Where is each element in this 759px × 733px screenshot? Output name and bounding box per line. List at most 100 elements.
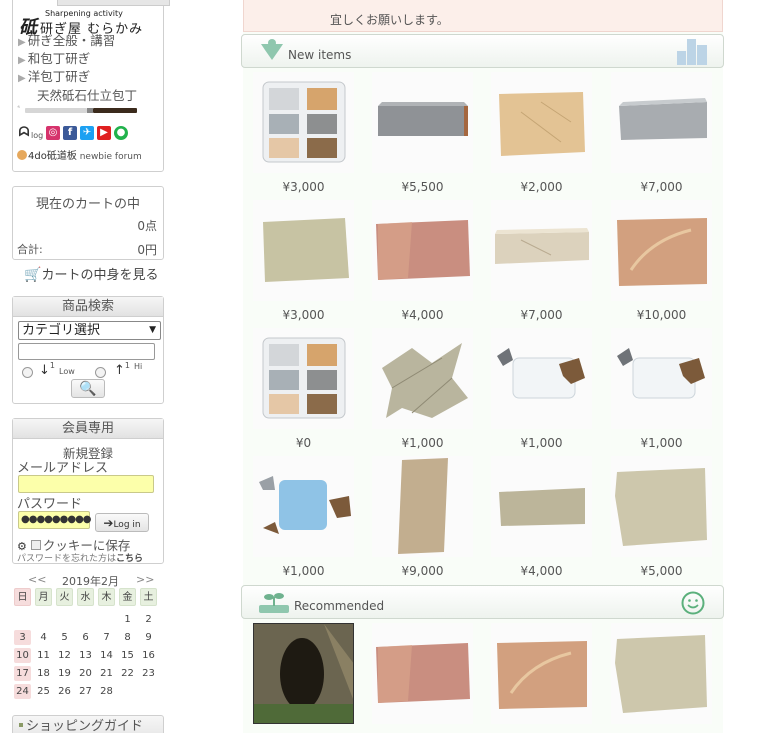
line-icon[interactable]: ● [114, 126, 128, 140]
recommended-thumbnail[interactable] [253, 623, 354, 724]
search-button[interactable]: 🔍 [71, 379, 105, 398]
brand-panel: 砥 Sharpening activity 研ぎ屋 むらかみ ▶ 研ぎ全般・講習 … [12, 0, 170, 172]
recommended-card[interactable]: 蛇のねみの微 ... [253, 623, 354, 724]
product-card[interactable]: ¥7,000 [491, 200, 592, 322]
product-card[interactable]: ¥9,000 [372, 456, 473, 578]
cart-title: 現在のカートの中 [35, 197, 140, 212]
product-thumbnail[interactable] [253, 328, 354, 429]
magnifier-icon: 🔍 [79, 381, 97, 397]
product-card[interactable]: ¥4,000 [491, 456, 592, 578]
recommended-card[interactable]: 巨田部推す・ード [611, 623, 712, 724]
calendar-day: 10 [14, 648, 31, 663]
product-thumbnail[interactable] [253, 72, 354, 173]
calendar-weekday: 水 [77, 588, 94, 606]
sort-descending-icon: ↑ [114, 363, 125, 378]
instagram-icon[interactable]: ◎ [46, 126, 60, 140]
product-thumbnail[interactable] [372, 456, 473, 557]
category-link-general[interactable]: ▶ 研ぎ全般・講習 [18, 30, 115, 49]
recommended-thumbnail[interactable] [491, 623, 592, 724]
calendar-day: 22 [121, 668, 134, 679]
triangle-right-icon: ▶ [18, 37, 26, 48]
product-card[interactable]: ¥2,000 [491, 72, 592, 194]
product-card[interactable]: ¥1,000 [372, 328, 473, 450]
recommended-thumbnail[interactable] [611, 623, 712, 724]
calendar-day: 2 [145, 614, 152, 625]
calendar-weekday: 金 [119, 588, 136, 606]
product-thumbnail[interactable] [491, 72, 592, 173]
product-thumbnail[interactable] [253, 200, 354, 301]
recommended-card[interactable]: 実例 ・ . ジ [491, 623, 592, 724]
calendar-day: 18 [37, 668, 50, 679]
product-thumbnail[interactable] [491, 456, 592, 557]
category-select[interactable]: カテゴリ選択 ▼ [18, 321, 161, 340]
calendar-day: 26 [58, 686, 71, 697]
product-card[interactable]: ¥5,500 [372, 72, 473, 194]
facebook-icon[interactable]: f [63, 126, 77, 140]
search-panel: 商品検索 カテゴリ選択 ▼ ↓1Low ↑1 Hi 🔍 [12, 296, 164, 404]
product-card[interactable]: ¥1,000 [253, 456, 354, 578]
product-card[interactable]: ¥10,000 [611, 200, 712, 322]
calendar-day: 7 [103, 632, 110, 643]
email-field[interactable] [18, 475, 154, 493]
view-cart-link[interactable]: 🛒カートの中身を見る [24, 264, 158, 283]
product-card[interactable]: ¥1,000 [491, 328, 592, 450]
product-card[interactable]: ¥5,000 [611, 456, 712, 578]
product-thumbnail[interactable] [491, 200, 592, 301]
smiley-icon [681, 591, 705, 615]
product-thumbnail[interactable] [611, 200, 712, 301]
category-link-western-knife[interactable]: ▶ 洋包丁研ぎ [18, 66, 90, 85]
calendar-day: 24 [14, 684, 31, 699]
product-card[interactable]: ¥1,000 [611, 328, 712, 450]
product-price: ¥2,000 [520, 180, 563, 194]
sort-high-radio[interactable] [95, 367, 106, 378]
recommended-card[interactable]: 実例 [372, 623, 473, 724]
calendar-day: 12 [58, 650, 71, 661]
product-card[interactable]: ¥3,000 [253, 72, 354, 194]
new-items-header: New items [241, 34, 724, 68]
product-thumbnail[interactable] [611, 72, 712, 173]
product-card[interactable]: ¥4,000 [372, 200, 473, 322]
shopping-guide-panel[interactable]: ショッピングガイド [12, 715, 164, 733]
social-links: ᗣ log ◎ f ✈ ▶ ● [18, 125, 158, 142]
product-thumbnail[interactable] [372, 200, 473, 301]
knife-banner-icon[interactable] [17, 104, 137, 116]
product-thumbnail[interactable] [491, 328, 592, 429]
triangle-right-icon: ▶ [18, 55, 26, 66]
calendar-day: 9 [145, 632, 152, 643]
product-thumbnail[interactable] [611, 328, 712, 429]
product-card[interactable]: ¥0 [253, 328, 354, 450]
calendar-day: 28 [100, 686, 113, 697]
cart-icon: 🛒 [24, 267, 42, 283]
calendar-day: 19 [58, 668, 71, 679]
calendar-weekday: 火 [56, 588, 73, 606]
product-card[interactable]: ¥7,000 [611, 72, 712, 194]
recommended-thumbnail[interactable] [372, 623, 473, 724]
twitter-icon[interactable]: ✈ [80, 126, 94, 140]
calendar-day: 20 [79, 668, 92, 679]
category-link-natural-stone-knife[interactable]: 天然砥石仕立包丁 [37, 85, 137, 104]
product-card[interactable]: ¥3,000 [253, 200, 354, 322]
product-thumbnail[interactable] [372, 72, 473, 173]
login-button[interactable]: ➔Log in [95, 513, 149, 532]
cart-panel: 現在のカートの中 0点 合計: 0円 [12, 186, 164, 260]
calendar-weekday: 土 [140, 588, 157, 606]
calendar-next-link[interactable]: >> [136, 573, 154, 586]
sort-low-radio[interactable] [22, 367, 33, 378]
product-thumbnail[interactable] [372, 328, 473, 429]
calendar-day: 11 [37, 650, 50, 661]
password-field[interactable]: ●●●●●●●●● [18, 511, 92, 529]
product-price: ¥1,000 [520, 436, 563, 450]
forum-link[interactable]: 4do砥道板 newbie forum [17, 147, 142, 162]
calendar-prev-link[interactable]: << [28, 573, 46, 586]
forgot-password-link[interactable]: こちら [116, 554, 143, 564]
recommended-title: Recommended [294, 599, 385, 613]
calendar-day: 1 [124, 614, 131, 625]
keyword-input[interactable] [18, 343, 155, 360]
youtube-icon[interactable]: ▶ [97, 126, 111, 140]
category-link-japanese-knife[interactable]: ▶ 和包丁研ぎ [18, 48, 90, 67]
cookie-checkbox[interactable] [30, 540, 41, 550]
blog-icon[interactable]: ᗣ [18, 126, 30, 140]
product-thumbnail[interactable] [611, 456, 712, 557]
product-thumbnail[interactable] [253, 456, 354, 557]
bullet-icon [19, 723, 23, 727]
